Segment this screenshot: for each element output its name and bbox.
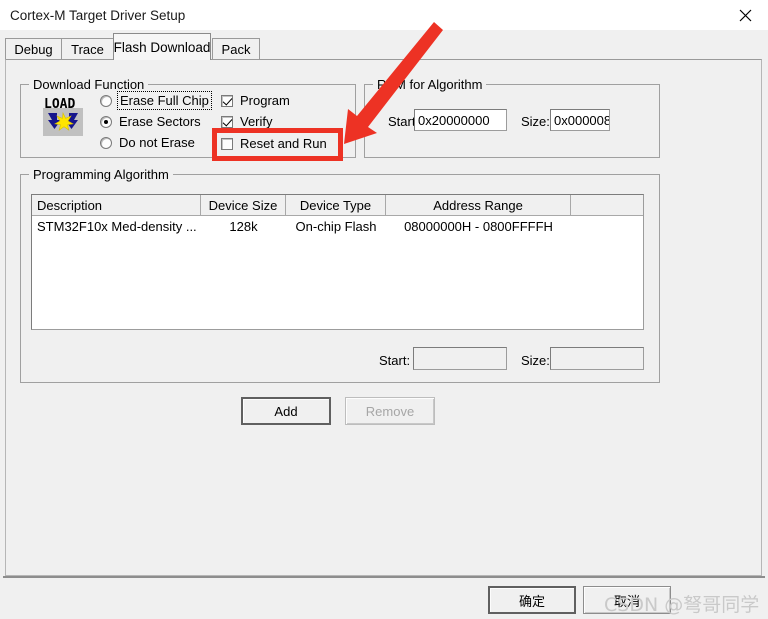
tab-pack[interactable]: Pack	[212, 38, 260, 60]
radio-erase-full-chip[interactable]: Erase Full Chip	[100, 91, 212, 110]
cell-device-type: On-chip Flash	[295, 218, 377, 234]
radio-erase-full-chip-indicator	[100, 94, 112, 107]
add-button-label: Add	[274, 403, 298, 419]
tab-trace-label: Trace	[71, 42, 104, 57]
ram-size-label: Size:	[521, 114, 550, 129]
ok-button-label: 确定	[518, 593, 545, 609]
ram-start-input[interactable]: 0x20000000	[414, 109, 507, 131]
radio-do-not-erase-indicator	[100, 136, 112, 149]
cell-device-size: 128k	[229, 218, 258, 234]
tab-debug-label: Debug	[14, 42, 53, 57]
algorithm-size-input[interactable]	[550, 347, 644, 370]
tab-flash-download[interactable]: Flash Download	[113, 33, 211, 60]
ram-size-input[interactable]: 0x000008	[550, 109, 610, 131]
tab-flash-download-label: Flash Download	[113, 39, 211, 55]
ram-start-value: 0x20000000	[418, 112, 490, 128]
footer-separator	[3, 576, 765, 578]
window-title-bar: Cortex-M Target Driver Setup	[0, 0, 768, 30]
checkbox-program[interactable]: Program	[221, 93, 290, 108]
tab-debug[interactable]: Debug	[5, 38, 62, 60]
group-ram-for-algorithm-title: RAM for Algorithm	[373, 77, 487, 92]
group-download-function-title: Download Function	[29, 77, 149, 92]
column-header-device-size[interactable]: Device Size	[201, 195, 286, 215]
tab-trace[interactable]: Trace	[61, 38, 114, 60]
checkbox-program-label: Program	[240, 93, 290, 108]
ram-size-value: 0x000008	[554, 112, 610, 128]
algorithm-start-label: Start:	[379, 353, 411, 368]
radio-erase-full-chip-label: Erase Full Chip	[117, 91, 212, 110]
checkbox-program-indicator	[221, 94, 233, 107]
algorithm-size-label: Size:	[521, 353, 550, 368]
cell-description: STM32F10x Med-density ...	[37, 218, 197, 234]
svg-text:LOAD: LOAD	[44, 97, 75, 112]
radio-do-not-erase[interactable]: Do not Erase	[100, 135, 195, 150]
checkbox-reset-and-run-label: Reset and Run	[240, 136, 327, 151]
algorithm-start-input[interactable]	[413, 347, 507, 370]
close-icon[interactable]	[722, 0, 768, 30]
radio-erase-sectors-indicator	[100, 115, 112, 128]
programming-algorithm-table[interactable]: Description Device Size Device Type Addr…	[31, 194, 644, 330]
remove-button-label: Remove	[365, 403, 415, 419]
column-header-description[interactable]: Description	[32, 195, 201, 215]
radio-do-not-erase-label: Do not Erase	[119, 135, 195, 150]
table-row[interactable]: STM32F10x Med-density ... 128k On-chip F…	[32, 216, 643, 236]
ok-button[interactable]: 确定	[488, 586, 576, 614]
checkbox-reset-and-run[interactable]: Reset and Run	[221, 136, 327, 151]
radio-erase-sectors[interactable]: Erase Sectors	[100, 114, 201, 129]
cell-address-range: 08000000H - 0800FFFFH	[404, 218, 553, 234]
table-header-row: Description Device Size Device Type Addr…	[32, 195, 643, 216]
cancel-button-label: 取消	[613, 593, 640, 609]
checkbox-verify[interactable]: Verify	[221, 114, 273, 129]
checkbox-reset-and-run-indicator	[221, 137, 233, 150]
radio-erase-sectors-label: Erase Sectors	[119, 114, 201, 129]
add-button[interactable]: Add	[241, 397, 331, 425]
tab-strip: Debug Trace Flash Download Pack	[5, 32, 763, 60]
column-header-address-range[interactable]: Address Range	[386, 195, 571, 215]
column-header-spacer[interactable]	[571, 195, 643, 215]
checkbox-verify-indicator	[221, 115, 233, 128]
cell-spacer	[571, 216, 643, 236]
load-icon: LOAD	[42, 95, 84, 137]
cancel-button[interactable]: 取消	[583, 586, 671, 614]
tab-pack-label: Pack	[221, 42, 251, 57]
remove-button[interactable]: Remove	[345, 397, 435, 425]
group-programming-algorithm-title: Programming Algorithm	[29, 167, 173, 182]
checkbox-verify-label: Verify	[240, 114, 273, 129]
window-title: Cortex-M Target Driver Setup	[10, 7, 186, 23]
column-header-device-type[interactable]: Device Type	[286, 195, 386, 215]
